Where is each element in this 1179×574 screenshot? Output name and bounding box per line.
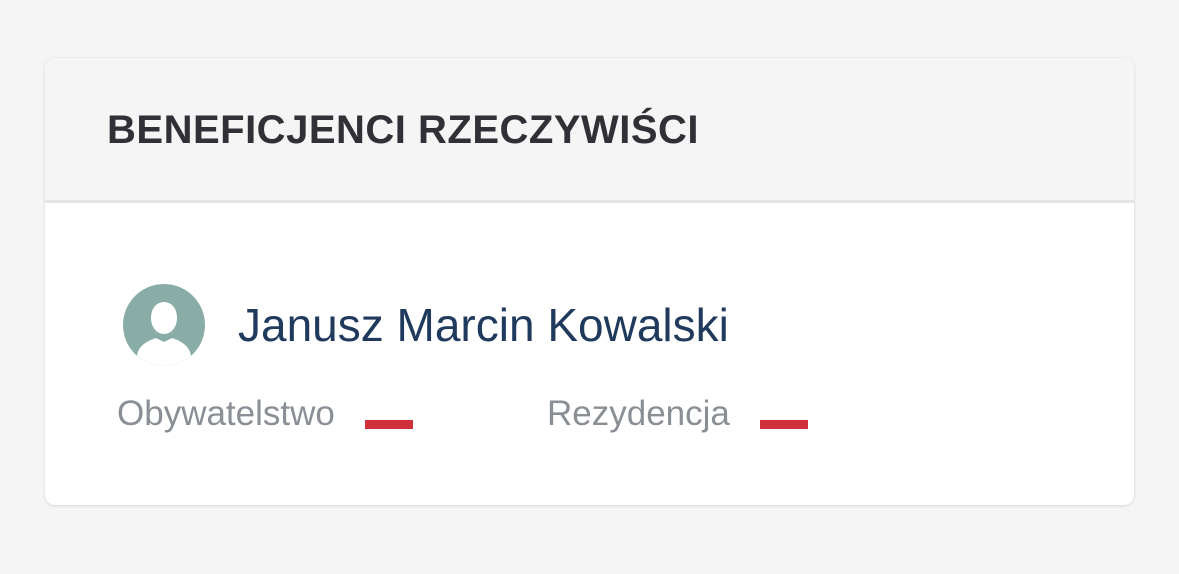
user-avatar-icon [123,284,205,366]
residence-field: Rezydencja [547,394,808,434]
residence-label: Rezydencja [547,394,730,433]
poland-flag-icon [759,411,808,429]
beneficiary-row[interactable]: Janusz Marcin Kowalski [123,284,729,366]
citizenship-field: Obywatelstwo [117,394,413,434]
beneficiary-name[interactable]: Janusz Marcin Kowalski [238,298,729,352]
card-header: BENEFICJENCI RZECZYWIŚCI [45,58,1134,203]
beneficiaries-card: BENEFICJENCI RZECZYWIŚCI Janusz Marcin K… [45,58,1134,505]
citizenship-label: Obywatelstwo [117,394,335,433]
card-title: BENEFICJENCI RZECZYWIŚCI [107,108,700,152]
poland-flag-icon [364,411,413,429]
